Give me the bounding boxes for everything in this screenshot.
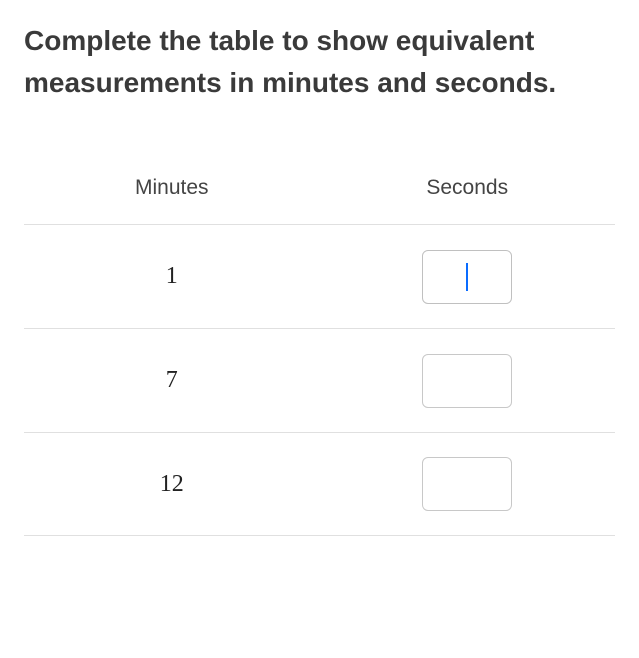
conversion-table: Minutes Seconds 1 7 12 xyxy=(24,164,615,536)
seconds-input[interactable] xyxy=(422,354,512,408)
text-cursor xyxy=(466,263,468,291)
table-row: 1 xyxy=(24,224,615,328)
seconds-input[interactable] xyxy=(422,457,512,511)
minutes-value: 12 xyxy=(160,471,184,498)
minutes-value: 1 xyxy=(166,263,178,290)
header-minutes: Minutes xyxy=(24,176,320,200)
table-row: 7 xyxy=(24,328,615,432)
header-seconds: Seconds xyxy=(320,176,616,200)
seconds-input[interactable] xyxy=(422,250,512,304)
question-prompt: Complete the table to show equivalent me… xyxy=(24,20,615,104)
table-header-row: Minutes Seconds xyxy=(24,164,615,224)
table-row: 12 xyxy=(24,432,615,536)
minutes-value: 7 xyxy=(166,367,178,394)
